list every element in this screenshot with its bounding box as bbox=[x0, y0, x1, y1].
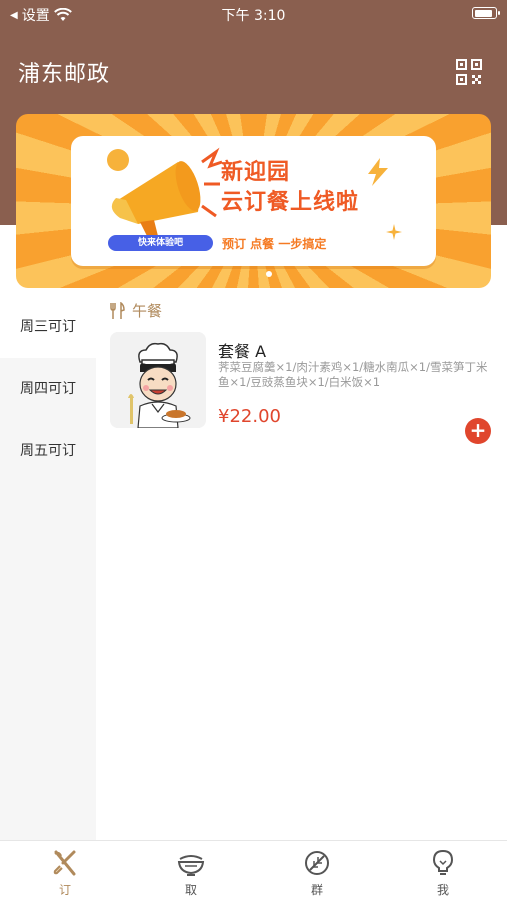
tab-pickup[interactable]: 取 bbox=[128, 841, 254, 900]
add-to-cart-button[interactable]: + bbox=[465, 418, 491, 444]
status-bar: ◀ 设置 下午 3:10 bbox=[0, 0, 507, 28]
page-title: 浦东邮政 bbox=[18, 62, 111, 87]
dish-price: ¥22.00 bbox=[218, 406, 281, 427]
tab-order[interactable]: 订 bbox=[2, 841, 128, 900]
utensils-icon bbox=[110, 301, 125, 319]
cutlery-cross-icon bbox=[53, 850, 76, 876]
carousel-indicator bbox=[266, 271, 272, 277]
tab-group-label: 群 bbox=[310, 883, 323, 897]
banner-cta[interactable]: 快来体验吧 bbox=[108, 235, 213, 251]
lightbulb-icon bbox=[432, 849, 454, 875]
section-label: 午餐 bbox=[132, 302, 163, 320]
battery-icon bbox=[472, 7, 500, 19]
qr-code-icon[interactable] bbox=[456, 59, 482, 85]
banner-title: 新迎园 云订餐上线啦 bbox=[221, 158, 359, 218]
chef-illustration-icon bbox=[110, 332, 206, 428]
dish-description: 荠菜豆腐羹×1/肉汁素鸡×1/糖水南瓜×1/雪菜笋丁米鱼×1/豆豉蒸鱼块×1/白… bbox=[218, 360, 488, 389]
day-item-thursday[interactable]: 周四可订 bbox=[0, 358, 96, 420]
tab-me-label: 我 bbox=[436, 883, 449, 897]
megaphone-icon bbox=[107, 147, 223, 238]
food-bowl-icon bbox=[177, 855, 205, 876]
sparkle-icon bbox=[386, 224, 402, 240]
section-header: 午餐 bbox=[108, 300, 162, 321]
tab-group[interactable]: 群 bbox=[254, 841, 380, 900]
lightning-icon bbox=[368, 158, 388, 186]
tab-pickup-label: 取 bbox=[184, 883, 197, 897]
battery-level bbox=[474, 9, 492, 17]
bottom-tab-bar: 订 取 群 我 bbox=[0, 840, 507, 900]
promo-banner[interactable]: 新迎园 云订餐上线啦 快来体验吧 预订 点餐 一步搞定 bbox=[16, 114, 491, 288]
day-item-friday[interactable]: 周五可订 bbox=[0, 420, 96, 482]
tab-order-label: 订 bbox=[58, 883, 71, 897]
tab-me[interactable]: 我 bbox=[380, 841, 506, 900]
status-time: 下午 3:10 bbox=[221, 8, 286, 24]
day-item-wednesday[interactable]: 周三可订 bbox=[0, 296, 96, 358]
leaf-icon bbox=[305, 851, 329, 875]
banner-title-line1: 新迎园 bbox=[221, 160, 291, 185]
banner-title-line2: 云订餐上线啦 bbox=[221, 190, 360, 215]
dish-name: 套餐 A bbox=[218, 342, 267, 361]
dish-image[interactable] bbox=[110, 332, 206, 428]
banner-subtitle: 预订 点餐 一步搞定 bbox=[222, 237, 327, 251]
day-menu: 周三可订 周四可订 周五可订 bbox=[0, 296, 96, 841]
